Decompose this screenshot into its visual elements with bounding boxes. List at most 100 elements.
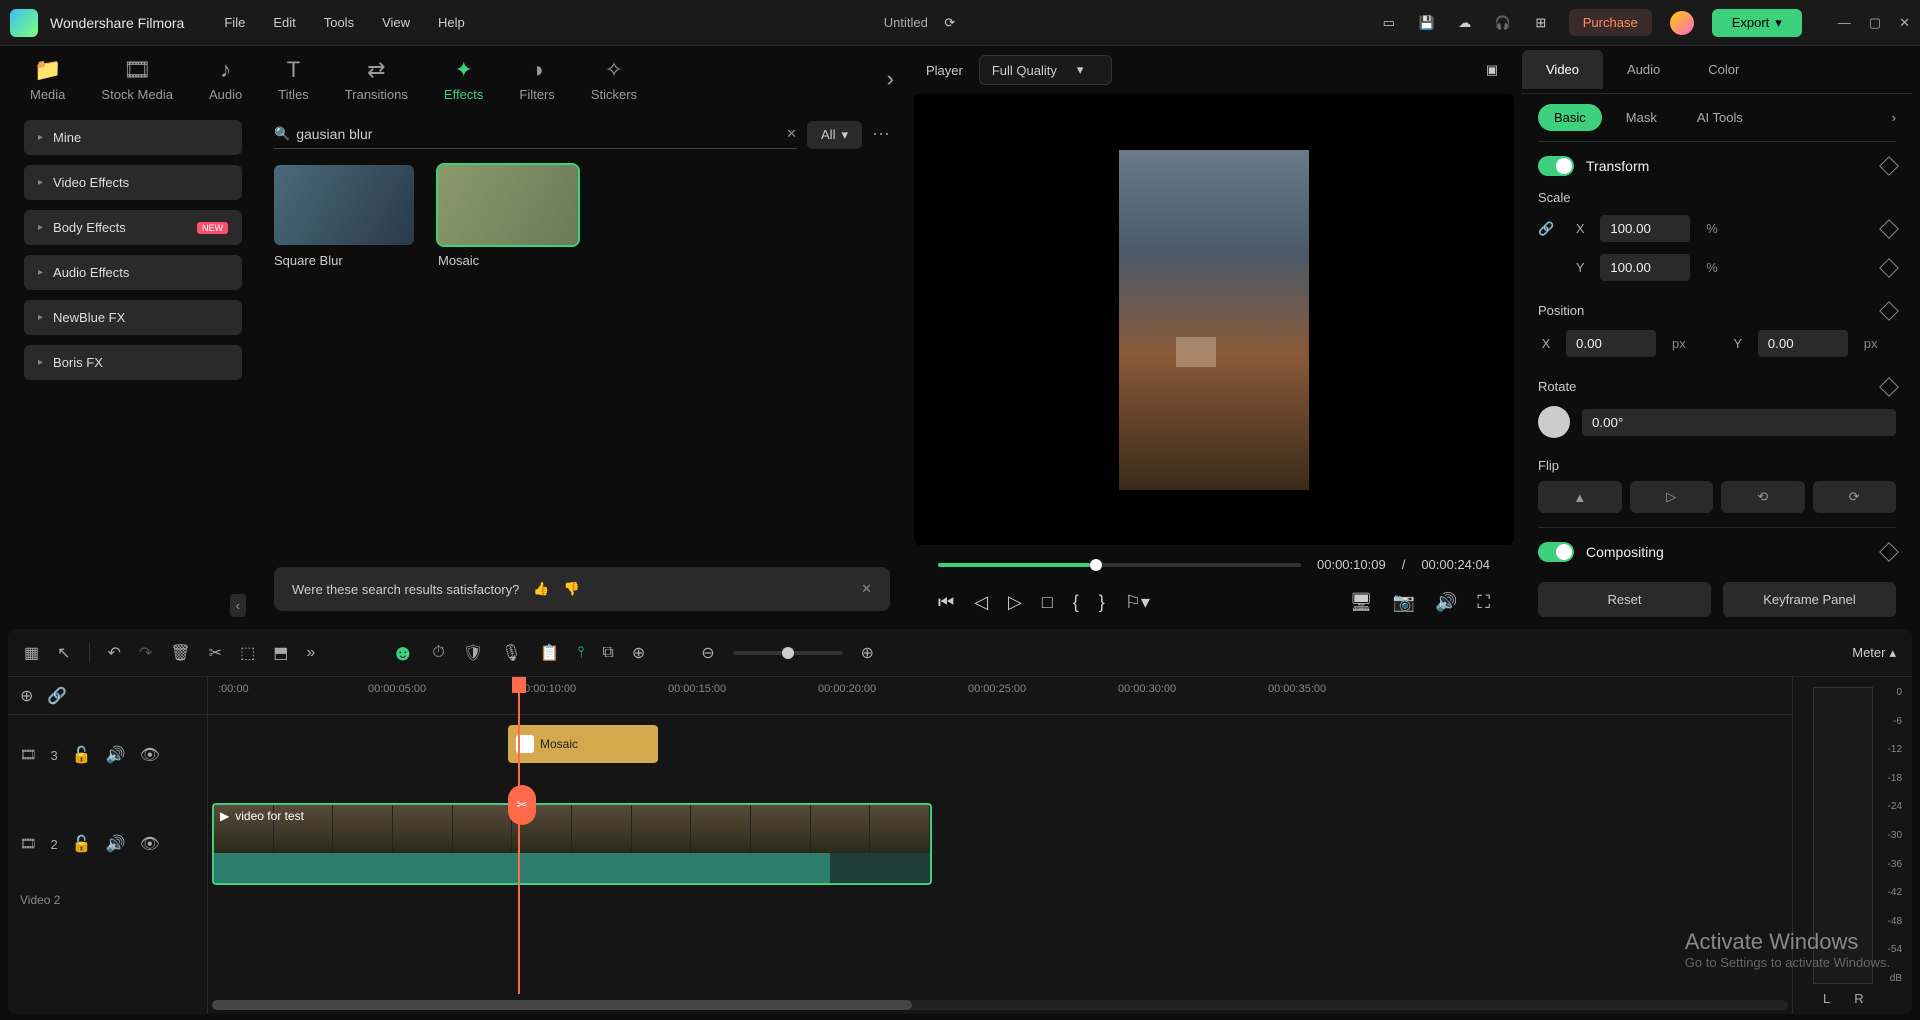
subtabs-more-icon[interactable]: › <box>1892 110 1896 125</box>
tab-stock-media[interactable]: 🎞Stock Media <box>87 49 187 110</box>
volume-icon[interactable]: 🔊 <box>1435 592 1457 613</box>
track-visibility-icon[interactable]: 👁 <box>140 745 160 765</box>
fullscreen-icon[interactable]: ⛶ <box>1477 592 1490 613</box>
tl-speed-icon[interactable]: ⏱ <box>432 644 444 662</box>
timeline-scrollbar[interactable] <box>212 1000 1788 1010</box>
cut-handle[interactable]: ✂ <box>508 785 536 825</box>
filter-dropdown[interactable]: All▾ <box>807 121 862 149</box>
tl-shield-icon[interactable]: 🛡 <box>463 643 483 663</box>
menu-help[interactable]: Help <box>438 15 465 30</box>
transform-keyframe-icon[interactable] <box>1879 156 1899 176</box>
play-icon[interactable]: ▷ <box>1008 592 1022 613</box>
tl-more-tools-icon[interactable]: » <box>306 644 315 662</box>
more-options-icon[interactable]: ⋯ <box>872 124 890 145</box>
headphones-icon[interactable]: 🎧 <box>1493 13 1513 33</box>
tl-cut-icon[interactable]: ✂ <box>209 643 222 663</box>
tl-redo-icon[interactable]: ↷ <box>139 643 152 663</box>
rotate-cw-button[interactable]: ⟳ <box>1813 481 1897 513</box>
tl-link-icon[interactable]: 🔗 <box>47 686 67 706</box>
sidebar-item-mine[interactable]: ▸Mine <box>24 120 242 155</box>
subtab-basic[interactable]: Basic <box>1538 104 1602 131</box>
thumbs-up-icon[interactable]: 👍 <box>533 581 549 597</box>
compositing-toggle[interactable] <box>1538 542 1574 562</box>
effect-mosaic[interactable]: Mosaic <box>438 165 578 268</box>
window-close[interactable]: ✕ <box>1899 15 1910 31</box>
effect-square-blur[interactable]: Square Blur <box>274 165 414 268</box>
window-minimize[interactable]: — <box>1838 15 1851 31</box>
flip-vertical-button[interactable]: ▷ <box>1630 481 1714 513</box>
cloud-sync-icon[interactable]: ⟳ <box>940 13 960 33</box>
progress-slider[interactable] <box>938 563 1301 567</box>
keyframe-panel-button[interactable]: Keyframe Panel <box>1723 582 1896 617</box>
meter-label[interactable]: Meter ▴ <box>1852 645 1896 661</box>
tabs-more-icon[interactable]: › <box>887 66 894 92</box>
thumbs-down-icon[interactable]: 👎 <box>564 581 580 597</box>
tl-zoom-out-icon[interactable]: ⊖ <box>701 643 714 663</box>
scale-y-input[interactable] <box>1600 254 1690 281</box>
marker-dropdown-icon[interactable]: ⚐▾ <box>1125 592 1150 613</box>
tl-zoom-slider[interactable] <box>733 651 843 655</box>
menu-tools[interactable]: Tools <box>324 15 354 30</box>
inspector-tab-color[interactable]: Color <box>1684 50 1763 89</box>
sidebar-item-audio-effects[interactable]: ▸Audio Effects <box>24 255 242 290</box>
transform-toggle[interactable] <box>1538 156 1574 176</box>
tab-media[interactable]: 📁Media <box>16 49 79 110</box>
cloud-icon[interactable]: ☁ <box>1455 13 1475 33</box>
rotate-input[interactable] <box>1582 409 1896 436</box>
tl-zoom-in-icon[interactable]: ⊕ <box>861 643 874 663</box>
rotate-ccw-button[interactable]: ⟲ <box>1721 481 1805 513</box>
position-x-input[interactable] <box>1566 330 1656 357</box>
inspector-tab-audio[interactable]: Audio <box>1603 50 1684 89</box>
sidebar-collapse-button[interactable]: ‹ <box>230 594 246 617</box>
tl-captions-icon[interactable]: 📋 <box>539 643 559 663</box>
menu-edit[interactable]: Edit <box>273 15 295 30</box>
tl-undo-icon[interactable]: ↶ <box>108 643 121 663</box>
track-lock-icon[interactable]: 🔓 <box>72 745 92 765</box>
tab-audio[interactable]: ♪Audio <box>195 49 256 110</box>
play-backward-icon[interactable]: ◁ <box>974 592 988 613</box>
prev-frame-icon[interactable]: ⏮ <box>938 592 954 613</box>
sidebar-item-boris-fx[interactable]: ▸Boris FX <box>24 345 242 380</box>
position-y-input[interactable] <box>1758 330 1848 357</box>
tl-marker-icon[interactable]: ⫯ <box>577 644 584 662</box>
clear-search-icon[interactable]: ✕ <box>786 126 797 142</box>
tl-expand-icon[interactable]: ⊕ <box>632 643 645 663</box>
reset-button[interactable]: Reset <box>1538 582 1711 617</box>
compositing-keyframe-icon[interactable] <box>1879 542 1899 562</box>
subtab-ai-tools[interactable]: AI Tools <box>1681 104 1759 131</box>
tab-effects[interactable]: ✦Effects <box>430 49 498 110</box>
tl-add-track-icon[interactable]: ⊕ <box>20 686 33 706</box>
subtab-mask[interactable]: Mask <box>1610 104 1673 131</box>
timeline-playhead[interactable] <box>518 677 520 994</box>
mark-out-icon[interactable]: } <box>1099 592 1105 613</box>
quality-dropdown[interactable]: Full Quality▾ <box>979 55 1113 85</box>
link-icon[interactable]: 🔗 <box>1538 221 1554 237</box>
window-maximize[interactable]: ▢ <box>1869 15 1881 31</box>
track-lock-icon[interactable]: 🔓 <box>72 834 92 854</box>
menu-file[interactable]: File <box>224 15 245 30</box>
tl-crop-icon[interactable]: ⬒ <box>273 643 288 663</box>
mark-in-icon[interactable]: { <box>1073 592 1079 613</box>
tl-voiceover-icon[interactable]: 🎙 <box>501 643 521 663</box>
scale-y-keyframe-icon[interactable] <box>1879 258 1899 278</box>
compare-view-icon[interactable]: ▣ <box>1482 60 1502 80</box>
user-avatar[interactable] <box>1670 11 1694 35</box>
tl-grid-icon[interactable]: ▦ <box>24 643 39 663</box>
search-input[interactable] <box>290 126 786 142</box>
track-mute-icon[interactable]: 🔊 <box>106 745 126 765</box>
sidebar-item-newblue-fx[interactable]: ▸NewBlue FX <box>24 300 242 335</box>
scale-x-input[interactable] <box>1600 215 1690 242</box>
apps-icon[interactable]: ⊞ <box>1531 13 1551 33</box>
clip-mosaic-effect[interactable]: Mosaic <box>508 725 658 763</box>
sidebar-item-video-effects[interactable]: ▸Video Effects <box>24 165 242 200</box>
timeline-ruler[interactable]: :00:00 00:00:05:00 00:00:10:00 00:00:15:… <box>208 677 1792 715</box>
tl-delete-icon[interactable]: 🗑 <box>170 643 190 663</box>
flip-horizontal-button[interactable]: ▲ <box>1538 481 1622 513</box>
tab-titles[interactable]: TTitles <box>264 49 323 110</box>
position-keyframe-icon[interactable] <box>1879 301 1899 321</box>
sidebar-item-body-effects[interactable]: ▸Body EffectsNEW <box>24 210 242 245</box>
close-feedback-icon[interactable]: ✕ <box>861 581 872 597</box>
clip-video-main[interactable]: ▶video for test <box>212 803 932 885</box>
save-icon[interactable]: 💾 <box>1417 13 1437 33</box>
player-preview[interactable] <box>914 94 1514 545</box>
